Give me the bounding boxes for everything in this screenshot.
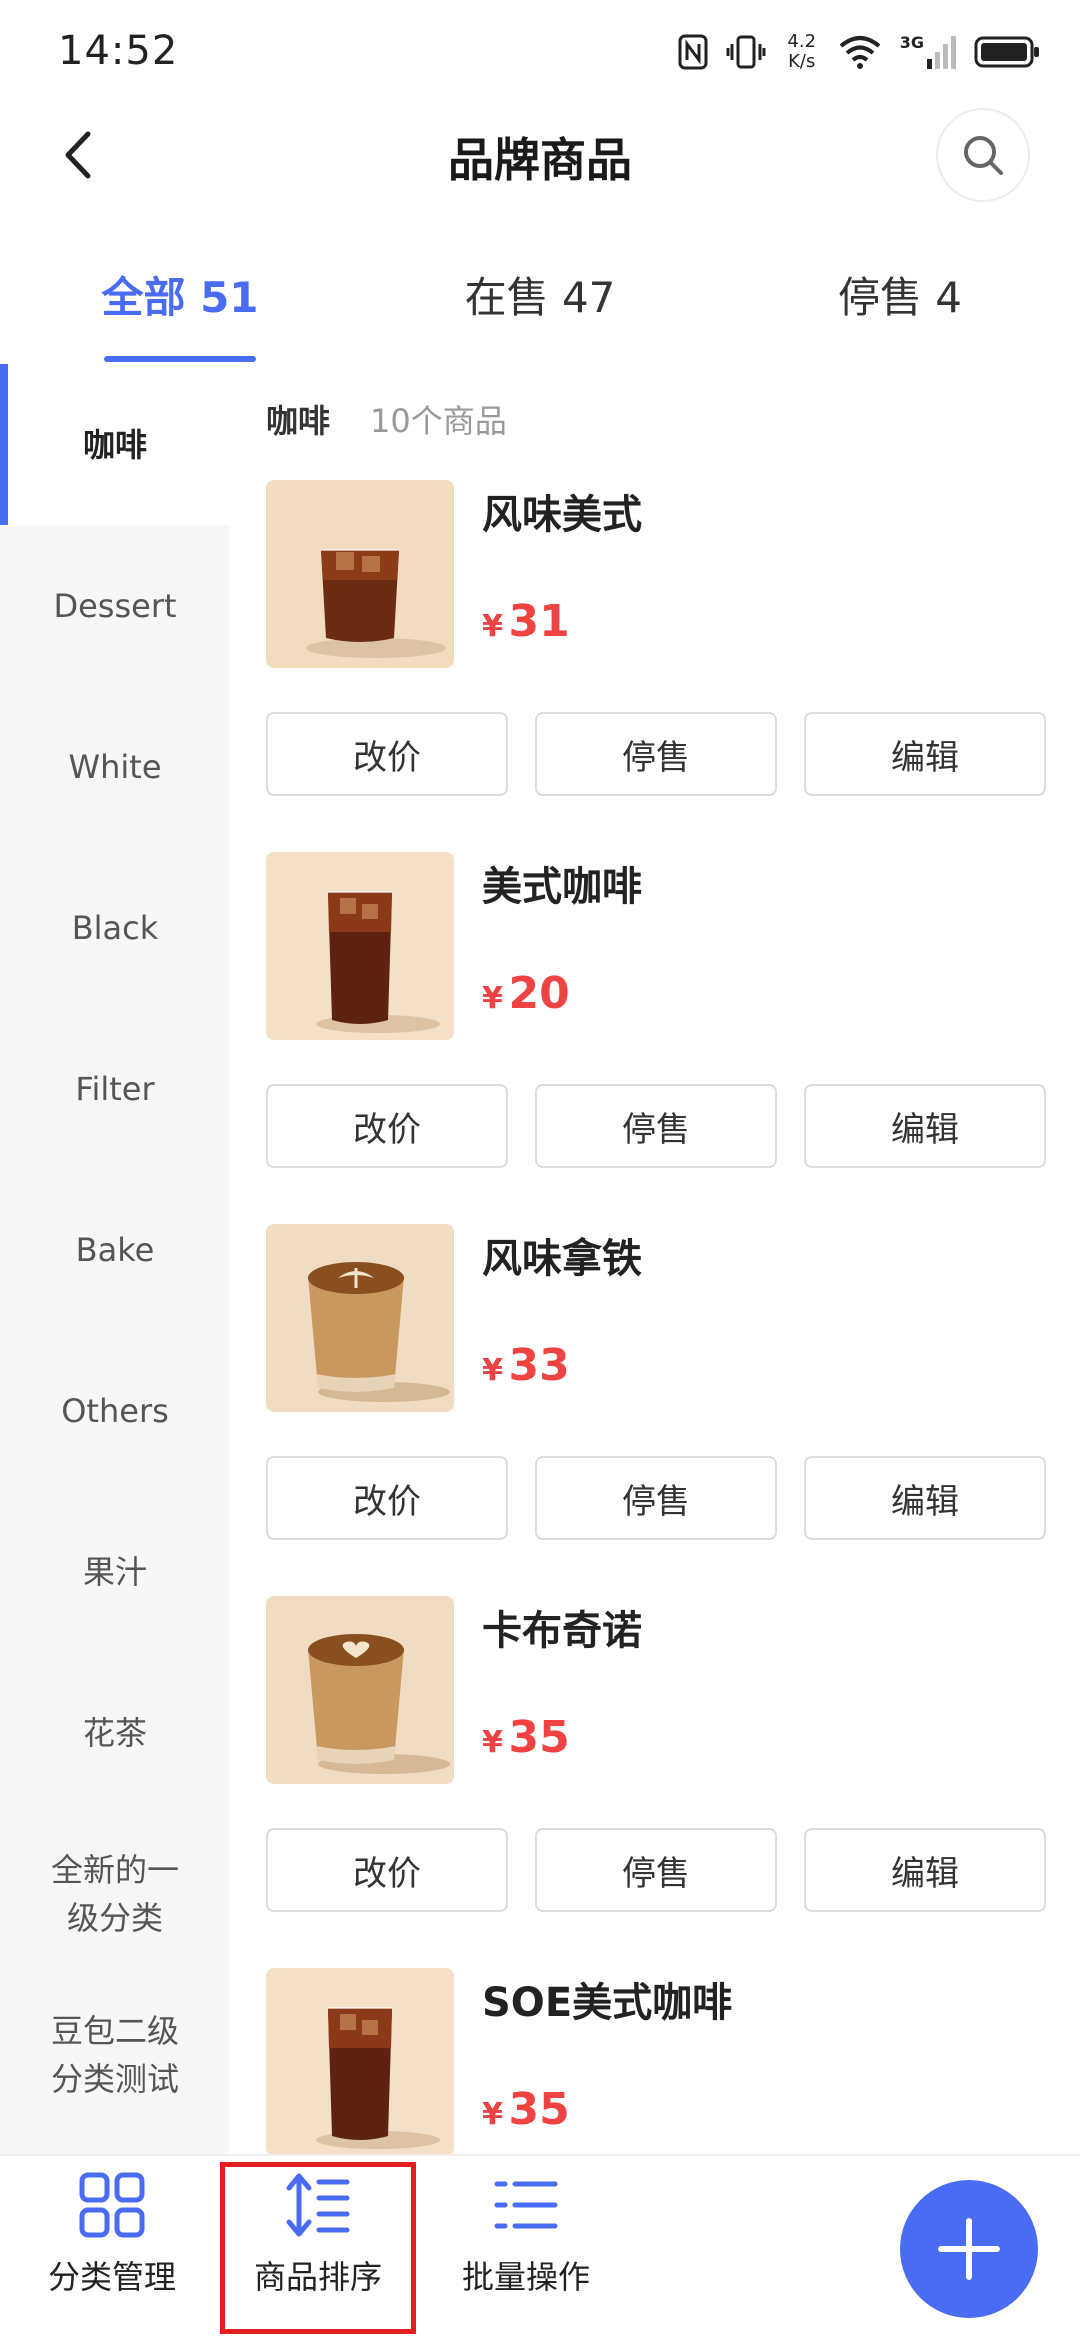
bottom-toolbar: 分类管理 商品排序 批量操作: [0, 2154, 1080, 2340]
sidebar-item-coffee[interactable]: 咖啡: [0, 364, 230, 525]
product-image: [266, 1596, 454, 1784]
currency-symbol: ¥: [482, 2097, 503, 2132]
product-name: 卡布奇诺: [482, 1608, 642, 1654]
change-price-button[interactable]: 改价: [266, 1828, 508, 1912]
sidebar-item-doubao-test[interactable]: 豆包二级分类测试: [0, 1974, 230, 2135]
section-name: 咖啡: [266, 402, 331, 440]
product-item[interactable]: 卡布奇诺 ¥ 35 改价 停售 编辑: [266, 1596, 1046, 1968]
product-price: ¥ 35: [482, 2084, 570, 2135]
change-price-button[interactable]: 改价: [266, 1084, 508, 1168]
product-item[interactable]: SOE美式咖啡 ¥ 35: [266, 1968, 1046, 2154]
category-sidebar: 咖啡 Dessert White Black Filter Bake Other…: [0, 364, 230, 2154]
currency-symbol: ¥: [482, 609, 503, 644]
sidebar-item-black[interactable]: Black: [0, 847, 230, 1008]
edit-button[interactable]: 编辑: [804, 1456, 1046, 1540]
cellular-signal: 3G: [900, 35, 956, 69]
product-image: [266, 1968, 454, 2154]
currency-symbol: ¥: [482, 1725, 503, 1760]
product-actions: 改价 停售 编辑: [266, 1828, 1046, 1912]
grid-icon: [79, 2172, 145, 2238]
product-item[interactable]: 美式咖啡 ¥ 20 改价 停售 编辑: [266, 852, 1046, 1224]
edit-button[interactable]: 编辑: [804, 1084, 1046, 1168]
app-header: 品牌商品: [0, 100, 1080, 210]
price-amount: 35: [508, 2084, 570, 2135]
iced-coffee-tall-image: [266, 1968, 454, 2154]
sidebar-item-new-category[interactable]: 全新的一级分类: [0, 1813, 230, 1974]
stop-sale-button[interactable]: 停售: [535, 712, 777, 796]
product-actions: 改价 停售 编辑: [266, 712, 1046, 796]
product-price: ¥ 33: [482, 1340, 570, 1391]
sidebar-item-juice[interactable]: 果汁: [0, 1491, 230, 1652]
page-title: 品牌商品: [448, 133, 632, 187]
signal-bars-icon: [927, 36, 956, 69]
product-name: 风味拿铁: [482, 1236, 642, 1282]
product-item[interactable]: 风味拿铁 ¥ 33 改价 停售 编辑: [266, 1224, 1046, 1596]
price-amount: 20: [508, 968, 570, 1019]
sidebar-item-bake[interactable]: Bake: [0, 1169, 230, 1330]
battery-icon: [974, 36, 1039, 68]
change-price-button[interactable]: 改价: [266, 712, 508, 796]
stop-sale-button[interactable]: 停售: [535, 1828, 777, 1912]
currency-symbol: ¥: [482, 981, 503, 1016]
net-speed-unit: K/s: [788, 51, 816, 72]
section-count: 10个商品: [370, 402, 507, 440]
product-actions: 改价 停售 编辑: [266, 1456, 1046, 1540]
tab-on-sale[interactable]: 在售 47: [390, 264, 690, 325]
product-price: ¥ 35: [482, 1712, 570, 1763]
network-type: 3G: [899, 33, 924, 52]
plus-icon: [938, 2218, 1000, 2280]
tab-all[interactable]: 全部 51: [30, 264, 330, 325]
section-header: 咖啡 10个商品: [266, 396, 507, 442]
status-icons: 4.2 K/s 3G: [678, 30, 1040, 74]
product-name: SOE美式咖啡: [482, 1980, 733, 2026]
product-name: 美式咖啡: [482, 864, 642, 910]
iced-coffee-image: [266, 480, 454, 668]
product-price: ¥ 20: [482, 968, 570, 1019]
net-speed-value: 4.2: [787, 31, 817, 52]
add-product-button[interactable]: [900, 2180, 1038, 2318]
cappuccino-image: [266, 1596, 454, 1784]
vibrate-icon: [726, 35, 766, 69]
category-manage-label: 分类管理: [47, 2258, 176, 2296]
edit-button[interactable]: 编辑: [804, 712, 1046, 796]
price-amount: 35: [508, 1712, 570, 1763]
nfc-icon: [678, 34, 708, 70]
iced-coffee-tall-image: [266, 852, 454, 1040]
status-bar: 14:52 4.2 K/s 3G: [0, 0, 1080, 100]
edit-button[interactable]: 编辑: [804, 1828, 1046, 1912]
batch-operation-label: 批量操作: [461, 2258, 590, 2296]
search-button[interactable]: [936, 108, 1030, 202]
sidebar-item-others[interactable]: Others: [0, 1330, 230, 1491]
product-item[interactable]: 风味美式 ¥ 31 改价 停售 编辑: [266, 480, 1046, 852]
net-speed: 4.2 K/s: [784, 32, 820, 72]
sidebar-item-flower-tea[interactable]: 花茶: [0, 1652, 230, 1813]
list-icon: [494, 2181, 558, 2229]
latte-image: [266, 1224, 454, 1412]
price-amount: 31: [508, 596, 570, 647]
status-time: 14:52: [58, 28, 179, 74]
change-price-button[interactable]: 改价: [266, 1456, 508, 1540]
batch-operation-button[interactable]: 批量操作: [426, 2172, 626, 2298]
stop-sale-button[interactable]: 停售: [535, 1456, 777, 1540]
price-amount: 33: [508, 1340, 570, 1391]
sidebar-item-filter[interactable]: Filter: [0, 1008, 230, 1169]
tab-indicator: [104, 356, 256, 362]
product-image: [266, 480, 454, 668]
highlight-box: [220, 2162, 416, 2334]
status-tabs: 全部 51 在售 47 停售 4: [0, 240, 1080, 364]
wifi-icon: [839, 36, 881, 69]
currency-symbol: ¥: [482, 1353, 503, 1388]
search-icon: [964, 136, 1003, 175]
stop-sale-button[interactable]: 停售: [535, 1084, 777, 1168]
product-image: [266, 1224, 454, 1412]
product-image: [266, 852, 454, 1040]
tab-off-sale[interactable]: 停售 4: [750, 264, 1050, 325]
product-price: ¥ 31: [482, 596, 570, 647]
product-actions: 改价 停售 编辑: [266, 1084, 1046, 1168]
product-list: 咖啡 10个商品 风味美式 ¥ 31 改价 停售 编辑 美式咖啡 ¥ 20 改价…: [230, 364, 1080, 2154]
category-manage-button[interactable]: 分类管理: [12, 2172, 212, 2298]
sidebar-item-dessert[interactable]: Dessert: [0, 525, 230, 686]
sidebar-item-white[interactable]: White: [0, 686, 230, 847]
product-name: 风味美式: [482, 492, 642, 538]
